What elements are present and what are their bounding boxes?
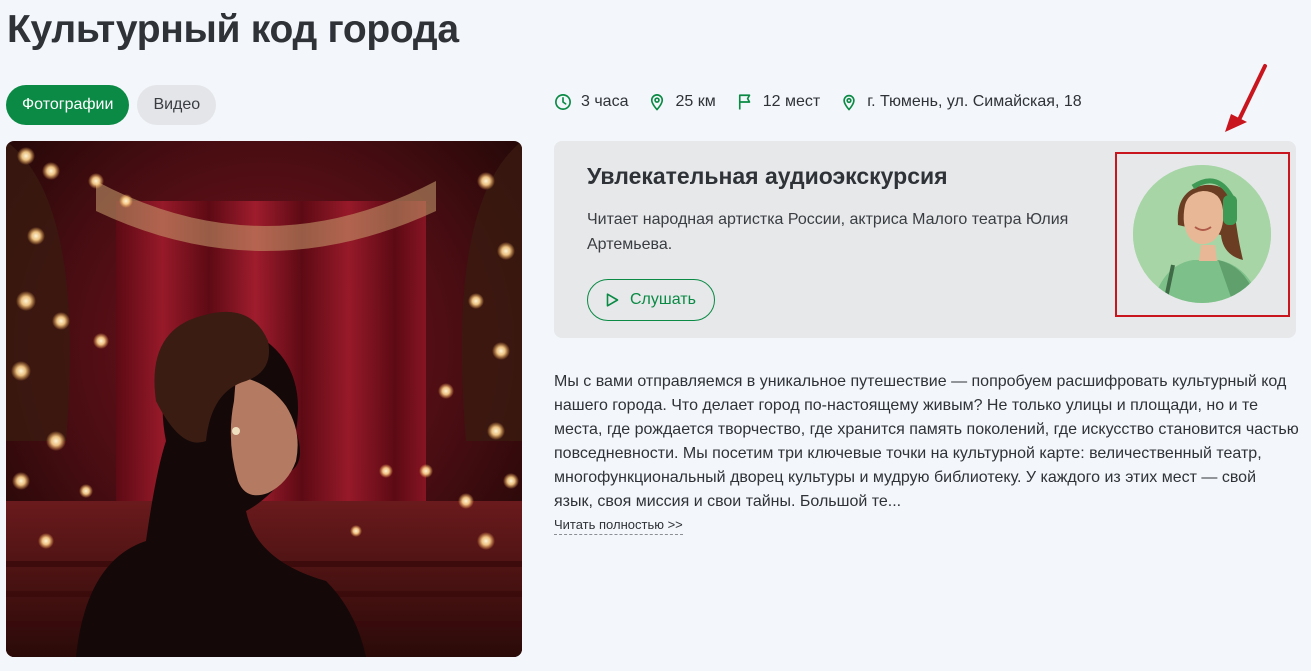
audio-tour-card: Увлекательная аудиоэкскурсия Читает наро… xyxy=(554,141,1296,338)
audio-subtitle: Читает народная артистка России, актриса… xyxy=(587,211,1069,253)
play-icon xyxy=(606,293,619,307)
annotation-arrow-icon xyxy=(1225,64,1267,132)
location-icon xyxy=(843,94,855,111)
meta-distance-value: 25 км xyxy=(675,93,716,110)
pin-icon xyxy=(651,94,664,111)
meta-places: 12 мест xyxy=(736,93,820,111)
meta-address: г. Тюмень, ул. Симайская, 18 xyxy=(840,93,1082,111)
tab-photos[interactable]: Фотографии xyxy=(6,85,130,125)
narrator-avatar xyxy=(1133,165,1271,303)
narrator-avatar-highlight xyxy=(1115,152,1290,317)
meta-duration-value: 3 часа xyxy=(581,93,629,110)
tour-description: Мы с вами отправляемся в уникальное путе… xyxy=(554,373,1299,510)
listen-button-label: Слушать xyxy=(630,291,696,308)
meta-address-value: г. Тюмень, ул. Симайская, 18 xyxy=(867,93,1082,110)
listen-button[interactable]: Слушать xyxy=(587,279,715,321)
narrator-illustration xyxy=(1133,165,1271,303)
meta-places-value: 12 мест xyxy=(762,93,821,110)
tour-meta: 3 часа 25 км 12 мест г. Тюмень, ул. Сима… xyxy=(554,93,1082,111)
meta-duration: 3 часа xyxy=(554,93,628,111)
gallery-photo[interactable] xyxy=(6,141,522,657)
clock-icon xyxy=(555,94,571,110)
flag-icon xyxy=(738,94,751,110)
audio-title: Увлекательная аудиоэкскурсия xyxy=(587,163,948,189)
media-tabs: Фотографии Видео xyxy=(6,85,217,125)
page-title: Культурный код города xyxy=(7,8,459,51)
theater-photo xyxy=(6,141,522,657)
read-more-link[interactable]: Читать полностью >> xyxy=(554,517,683,535)
meta-distance: 25 км xyxy=(648,93,716,111)
tab-video[interactable]: Видео xyxy=(137,85,217,125)
